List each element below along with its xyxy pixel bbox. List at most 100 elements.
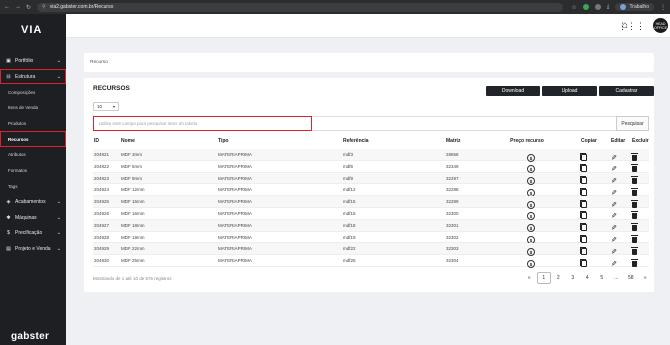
cell-matrix: 32304 bbox=[446, 258, 459, 264]
table-body: 204921 MDF 3mm MATERIAPRIMA mdf3 28658 $ ✎ 2049… bbox=[93, 149, 649, 268]
site-info-icon[interactable]: ⚲ bbox=[42, 4, 46, 10]
sidebar-item-tags[interactable]: Tags bbox=[0, 179, 66, 195]
sidebar-item-precifica-o[interactable]: $ Precificação ⌄ bbox=[0, 226, 66, 242]
sidebar-item-m-quinas[interactable]: ✱ Máquinas ⌄ bbox=[0, 210, 66, 226]
copy-icon bbox=[579, 176, 587, 185]
page-button[interactable]: 5 bbox=[595, 272, 610, 284]
project-icon: ▤ bbox=[6, 246, 11, 253]
app-logo[interactable]: VIA bbox=[21, 24, 42, 36]
cell-id: 204928 bbox=[94, 234, 110, 240]
table-row: 204926 MDF 16mm MATERIAPRIMA mdf16 32300 $ ✎ bbox=[93, 208, 649, 221]
download-button[interactable]: Download bbox=[486, 86, 540, 96]
cell-name: MDF 22mm bbox=[121, 246, 145, 252]
table-header: ID Nome Tipo Referência Matriz Preço rec… bbox=[93, 138, 649, 147]
table-row: 204928 MDF 19mm MATERIAPRIMA mdf19 32302 $ ✎ bbox=[93, 232, 649, 245]
upload-button[interactable]: Upload bbox=[542, 86, 597, 96]
profile-button[interactable]: Trabalho bbox=[615, 3, 654, 11]
page-prev-button[interactable]: « bbox=[522, 272, 537, 284]
cell-type: MATERIAPRIMA bbox=[218, 187, 252, 193]
cell-id: 204923 bbox=[94, 175, 110, 181]
cell-type: MATERIAPRIMA bbox=[218, 222, 252, 228]
page-button[interactable]: 58 bbox=[624, 272, 639, 284]
sidebar-menu: ▣ Portfólio ⌄ ⊟ Estrutura ⌄ Composições Itens d… bbox=[0, 53, 66, 257]
chevron-down-icon: ⌄ bbox=[56, 57, 61, 64]
profile-label: Trabalho bbox=[629, 4, 649, 10]
cell-id: 204924 bbox=[94, 187, 110, 193]
cell-matrix: 32301 bbox=[446, 222, 459, 228]
col-matrix[interactable]: Matriz bbox=[446, 138, 460, 144]
page-button[interactable]: 1 bbox=[536, 272, 551, 284]
cell-type: MATERIAPRIMA bbox=[218, 210, 252, 216]
col-id[interactable]: ID bbox=[94, 138, 99, 144]
page-button[interactable]: 2 bbox=[551, 272, 566, 284]
address-bar[interactable]: ⚲ via2.gabster.com.br/Recurso bbox=[37, 2, 564, 12]
search-button[interactable]: Pesquisar bbox=[616, 116, 649, 131]
cell-name: MDF 25mm bbox=[121, 258, 145, 264]
cell-reference: mdf6 bbox=[343, 163, 354, 169]
cell-type: MATERIAPRIMA bbox=[218, 199, 252, 205]
sidebar-item-atributos[interactable]: Atributos bbox=[0, 147, 66, 163]
cell-id: 204925 bbox=[94, 199, 110, 205]
cell-reference: mdf12 bbox=[343, 187, 356, 193]
page-button[interactable]: 3 bbox=[566, 272, 581, 284]
sidebar-item-label: Atributos bbox=[8, 152, 26, 158]
create-button[interactable]: Cadastrar bbox=[599, 86, 654, 96]
extension-icon[interactable] bbox=[594, 4, 601, 10]
sidebar-item-label: Composições bbox=[8, 89, 36, 95]
cell-type: MATERIAPRIMA bbox=[218, 234, 252, 240]
back-icon[interactable]: ← bbox=[4, 4, 10, 11]
chevron-down-icon: ⌄ bbox=[56, 230, 61, 237]
sidebar-item-label: Recursos bbox=[8, 136, 29, 142]
col-type[interactable]: Tipo bbox=[218, 138, 228, 144]
sidebar-item-label: Itens de Venda bbox=[8, 105, 39, 111]
sidebar-item-composi-es[interactable]: Composições bbox=[0, 84, 66, 100]
menu-icon[interactable]: ⋮ bbox=[660, 4, 666, 11]
sidebar-item-portf-lio[interactable]: ▣ Portfólio ⌄ bbox=[0, 53, 66, 69]
browser-toolbar: ← → ↻ ⚲ via2.gabster.com.br/Recurso ☆ ⤓ … bbox=[0, 0, 670, 14]
table-row: 204922 MDF 6mm MATERIAPRIMA mdf6 32349 $ ✎ bbox=[93, 161, 649, 174]
profile-avatar bbox=[620, 4, 627, 10]
portfolio-icon: ▣ bbox=[6, 57, 11, 64]
brand-logo: gabster bbox=[11, 331, 50, 342]
sidebar-item-produtos[interactable]: Produtos bbox=[0, 116, 66, 132]
copy-icon bbox=[579, 223, 587, 232]
star-icon[interactable]: ☆ bbox=[571, 4, 576, 11]
page-button[interactable]: 4 bbox=[580, 272, 595, 284]
layers-icon: ◈ bbox=[6, 199, 11, 206]
sidebar-item-projeto-e-venda[interactable]: ▤ Projeto e Venda ⌄ bbox=[0, 241, 66, 257]
resources-card: RECURSOS Download Upload Cadastrar 10 ▾ … bbox=[84, 78, 654, 292]
chevron-down-icon: ⌄ bbox=[56, 199, 61, 206]
trash-icon bbox=[631, 258, 638, 267]
col-name[interactable]: Nome bbox=[121, 138, 135, 144]
apps-grid-icon[interactable]: ⋮⋮⋮ bbox=[618, 21, 645, 32]
sidebar-item-formatos[interactable]: Formatos bbox=[0, 163, 66, 179]
copy-icon bbox=[579, 235, 587, 244]
cell-matrix: 32297 bbox=[446, 175, 459, 181]
dollar-icon: $ bbox=[7, 230, 10, 237]
sidebar-item-itens-de-venda[interactable]: Itens de Venda bbox=[0, 100, 66, 116]
sidebar-item-recursos[interactable]: Recursos bbox=[0, 131, 66, 148]
user-avatar[interactable]: HEAD OFFICE bbox=[653, 18, 668, 33]
sidebar-item-estrutura[interactable]: ⊟ Estrutura ⌄ bbox=[0, 68, 66, 85]
sidebar-item-acabamentos[interactable]: ◈ Acabamentos ⌄ bbox=[0, 194, 66, 210]
per-page-select[interactable]: 10 ▾ bbox=[93, 102, 119, 111]
chevron-down-icon: ▾ bbox=[112, 104, 115, 109]
col-reference[interactable]: Referência bbox=[343, 138, 369, 144]
extension-icon[interactable] bbox=[582, 4, 589, 10]
table-row: 204925 MDF 15mm MATERIAPRIMA mdf15 32299 $ ✎ bbox=[93, 196, 649, 209]
download-icon[interactable]: ⤓ bbox=[607, 4, 610, 11]
cell-id: 204921 bbox=[94, 152, 110, 157]
page-next-button[interactable]: » bbox=[638, 272, 653, 284]
forward-icon[interactable]: → bbox=[15, 4, 21, 11]
col-edit: Editar bbox=[611, 138, 626, 144]
copy-icon bbox=[579, 246, 587, 255]
cell-id: 204930 bbox=[94, 258, 110, 264]
table-row: 204924 MDF 12mm MATERIAPRIMA mdf12 32298 $ ✎ bbox=[93, 184, 649, 197]
search-input-extension[interactable] bbox=[312, 116, 616, 131]
sidebar: VIA ▣ Portfólio ⌄ ⊟ Estrutura ⌄ Composições Ite… bbox=[0, 14, 66, 345]
search-input[interactable]: Utilize este campo para pesquisar itens … bbox=[93, 116, 312, 131]
cell-name: MDF 3mm bbox=[121, 152, 142, 157]
cell-reference: mdf18 bbox=[343, 222, 356, 228]
table-row: 204930 MDF 25mm MATERIAPRIMA mdf25 32304 $ ✎ bbox=[93, 255, 649, 268]
reload-icon[interactable]: ↻ bbox=[26, 4, 31, 11]
